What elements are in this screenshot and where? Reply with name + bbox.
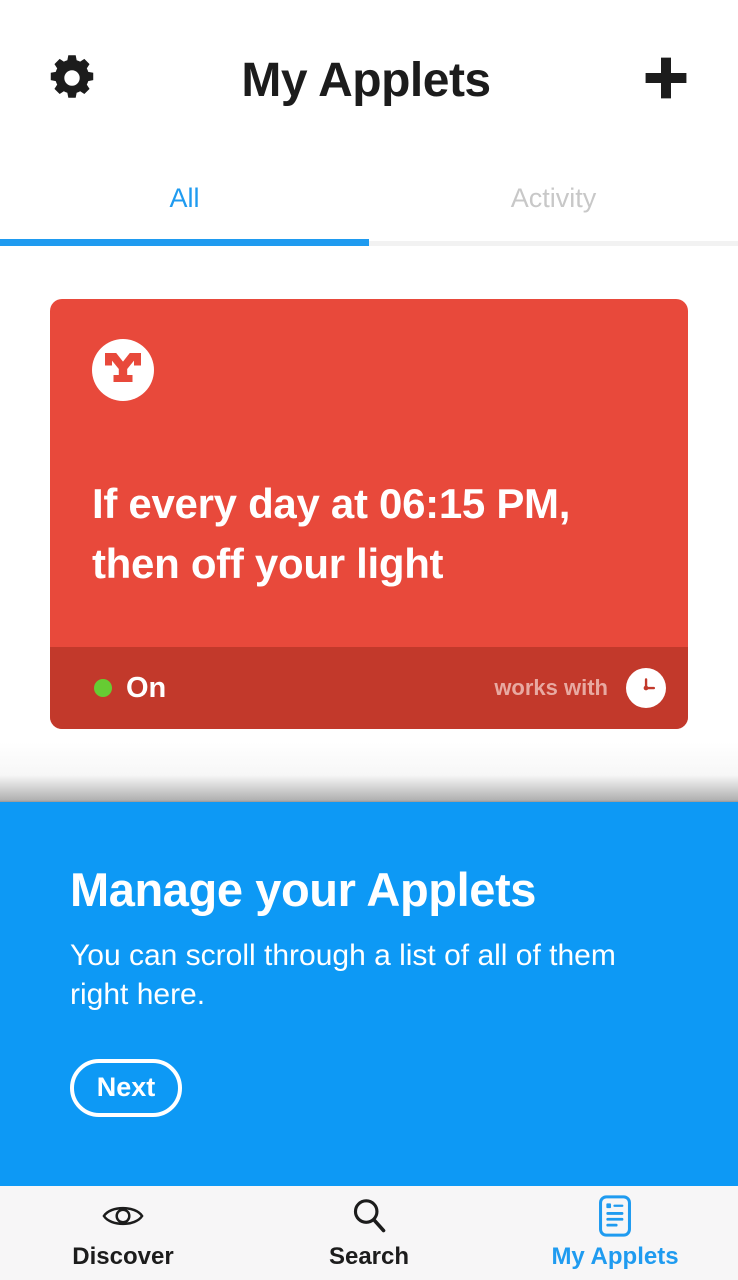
- works-with-group: works with: [494, 668, 666, 708]
- nav-item-search[interactable]: Search: [246, 1186, 492, 1280]
- eye-icon: [102, 1196, 144, 1236]
- status-indicator-dot: [94, 679, 112, 697]
- add-applet-button[interactable]: [638, 52, 694, 108]
- nav-label-search: Search: [328, 1242, 410, 1270]
- status-badge: On: [126, 671, 167, 704]
- tab-activity-label: Activity: [510, 183, 597, 213]
- gear-icon: [46, 52, 98, 109]
- tab-active-indicator: [0, 239, 369, 246]
- applet-list: If every day at 06:15 PM, then off your …: [0, 246, 738, 802]
- clock-icon: [626, 668, 666, 708]
- onboarding-banner: Manage your Applets You can scroll throu…: [0, 802, 738, 1186]
- tab-bar: All Activity: [0, 160, 738, 245]
- next-button[interactable]: Next: [70, 1058, 182, 1117]
- banner-description: You can scroll through a list of all of …: [70, 938, 616, 1012]
- nav-label-discover: Discover: [72, 1242, 174, 1270]
- tab-all[interactable]: All: [0, 160, 369, 245]
- tab-all-label: All: [169, 183, 200, 213]
- document-list-icon: [598, 1194, 632, 1237]
- search-icon: [350, 1196, 388, 1236]
- tab-activity[interactable]: Activity: [369, 160, 738, 245]
- works-with-label: works with: [494, 675, 608, 700]
- banner-title: Manage your Applets: [70, 863, 536, 916]
- app-header: My Applets: [0, 0, 738, 160]
- applet-card[interactable]: If every day at 06:15 PM, then off your …: [50, 299, 688, 729]
- applet-title: If every day at 06:15 PM, then off your …: [92, 480, 571, 587]
- applet-card-footer: On works with: [50, 647, 688, 729]
- applet-status[interactable]: On: [94, 672, 166, 705]
- settings-button[interactable]: [44, 52, 100, 108]
- service-badge: [92, 339, 154, 401]
- nav-item-discover[interactable]: Discover: [0, 1186, 246, 1280]
- bottom-navigation: Discover Search My Applets: [0, 1186, 738, 1280]
- nav-item-my-applets[interactable]: My Applets: [492, 1186, 738, 1280]
- page-title: My Applets: [241, 53, 491, 107]
- plus-icon: [641, 53, 691, 108]
- nav-label-my-applets: My Applets: [551, 1242, 679, 1270]
- applet-card-body: If every day at 06:15 PM, then off your …: [50, 299, 688, 647]
- yeelight-logo-icon: [103, 351, 143, 390]
